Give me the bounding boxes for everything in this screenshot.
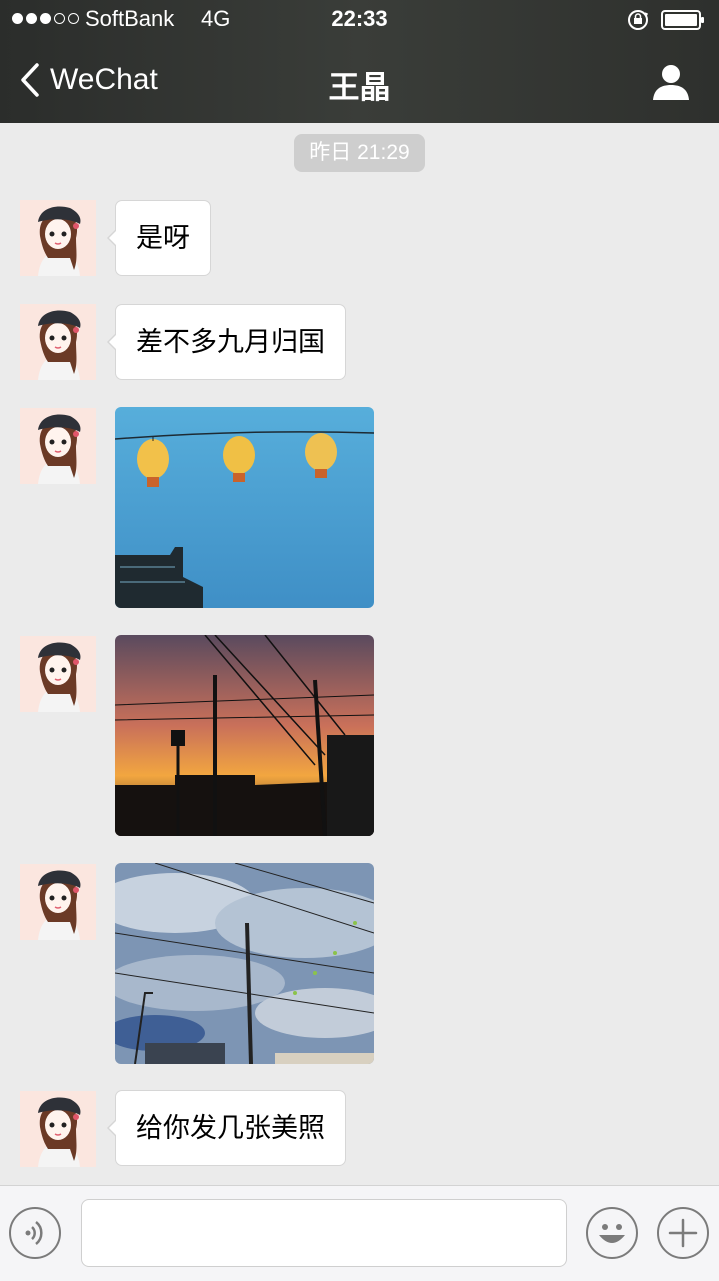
- photo-message-sunset[interactable]: [115, 635, 374, 836]
- avatar[interactable]: [20, 408, 96, 484]
- battery-icon: [661, 10, 704, 30]
- navigation-bar: WeChat 王晶: [0, 40, 719, 123]
- avatar-image: [20, 304, 96, 380]
- message-input[interactable]: [81, 1199, 567, 1267]
- emoji-icon: [599, 1224, 625, 1243]
- person-icon[interactable]: [651, 62, 691, 102]
- message-bubble[interactable]: 是呀: [107, 200, 211, 276]
- photo-message-cloudy-sky[interactable]: [115, 863, 374, 1064]
- status-time: 22:33: [331, 6, 388, 31]
- avatar[interactable]: [20, 636, 96, 712]
- cloudy-sky-photo: [115, 863, 374, 1064]
- avatar-image: [20, 200, 96, 276]
- lanterns-photo: [115, 407, 374, 608]
- more-button[interactable]: [657, 1207, 709, 1259]
- voice-icon: [25, 1221, 43, 1245]
- avatar[interactable]: [20, 304, 96, 380]
- sunset-photo: [115, 635, 374, 836]
- voice-button[interactable]: [9, 1207, 61, 1259]
- message-bubble[interactable]: 差不多九月归国: [107, 304, 346, 380]
- header: SoftBank 4G 22:33 WeChat 王晶: [0, 0, 719, 123]
- message-bubble[interactable]: 给你发几张美照: [107, 1090, 346, 1166]
- avatar-image: [20, 408, 96, 484]
- avatar[interactable]: [20, 864, 96, 940]
- message-timestamp: 昨日 21:29: [294, 134, 425, 172]
- avatar[interactable]: [20, 1091, 96, 1167]
- avatar-image: [20, 864, 96, 940]
- emoji-button[interactable]: [586, 1207, 638, 1259]
- chat-title: 王晶: [328, 70, 391, 105]
- avatar-image: [20, 636, 96, 712]
- avatar-image: [20, 1091, 96, 1167]
- status-bar: SoftBank 4G 22:33: [0, 0, 719, 40]
- photo-message-lanterns[interactable]: [115, 407, 374, 608]
- avatar[interactable]: [20, 200, 96, 276]
- orientation-lock-icon: [628, 10, 649, 30]
- input-bar: [0, 1185, 719, 1281]
- plus-icon: [668, 1218, 698, 1248]
